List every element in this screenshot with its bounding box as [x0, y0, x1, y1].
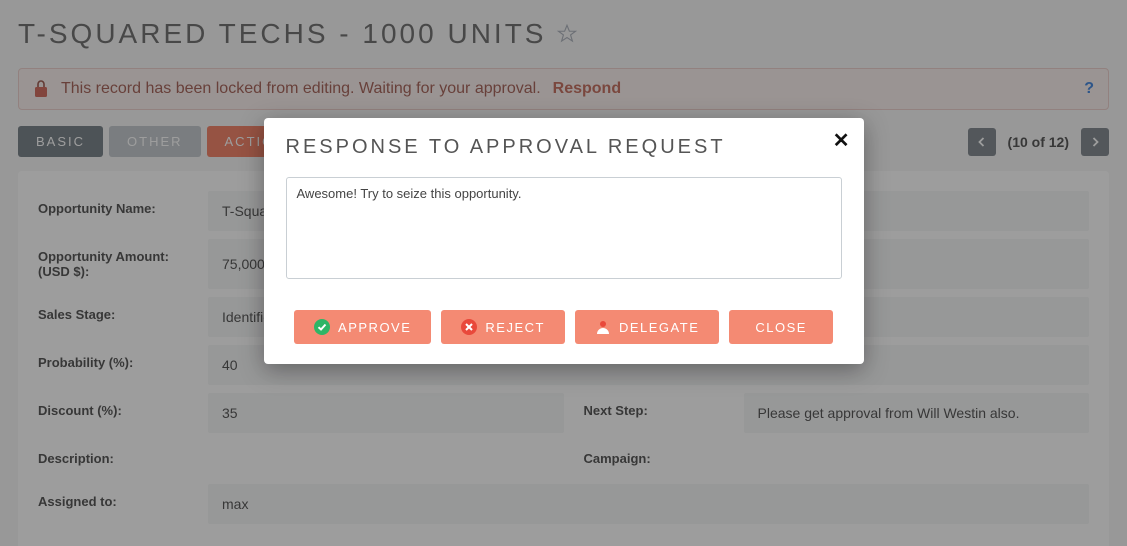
close-label: CLOSE [755, 320, 807, 335]
close-button[interactable]: CLOSE [729, 310, 833, 344]
modal-overlay: ✕ RESPONSE TO APPROVAL REQUEST APPROVE R… [0, 0, 1127, 546]
close-icon[interactable]: ✕ [833, 128, 850, 153]
approve-button[interactable]: APPROVE [294, 310, 431, 344]
person-icon [595, 319, 611, 335]
approve-label: APPROVE [338, 320, 411, 335]
response-textarea[interactable] [286, 177, 842, 279]
modal-actions: APPROVE REJECT DELEGATE CLOSE [286, 310, 842, 344]
approval-response-modal: ✕ RESPONSE TO APPROVAL REQUEST APPROVE R… [264, 118, 864, 364]
modal-title: RESPONSE TO APPROVAL REQUEST [286, 136, 842, 159]
delegate-button[interactable]: DELEGATE [575, 310, 719, 344]
delegate-label: DELEGATE [619, 320, 699, 335]
reject-button[interactable]: REJECT [441, 310, 565, 344]
x-circle-icon [461, 319, 477, 335]
check-circle-icon [314, 319, 330, 335]
reject-label: REJECT [485, 320, 545, 335]
